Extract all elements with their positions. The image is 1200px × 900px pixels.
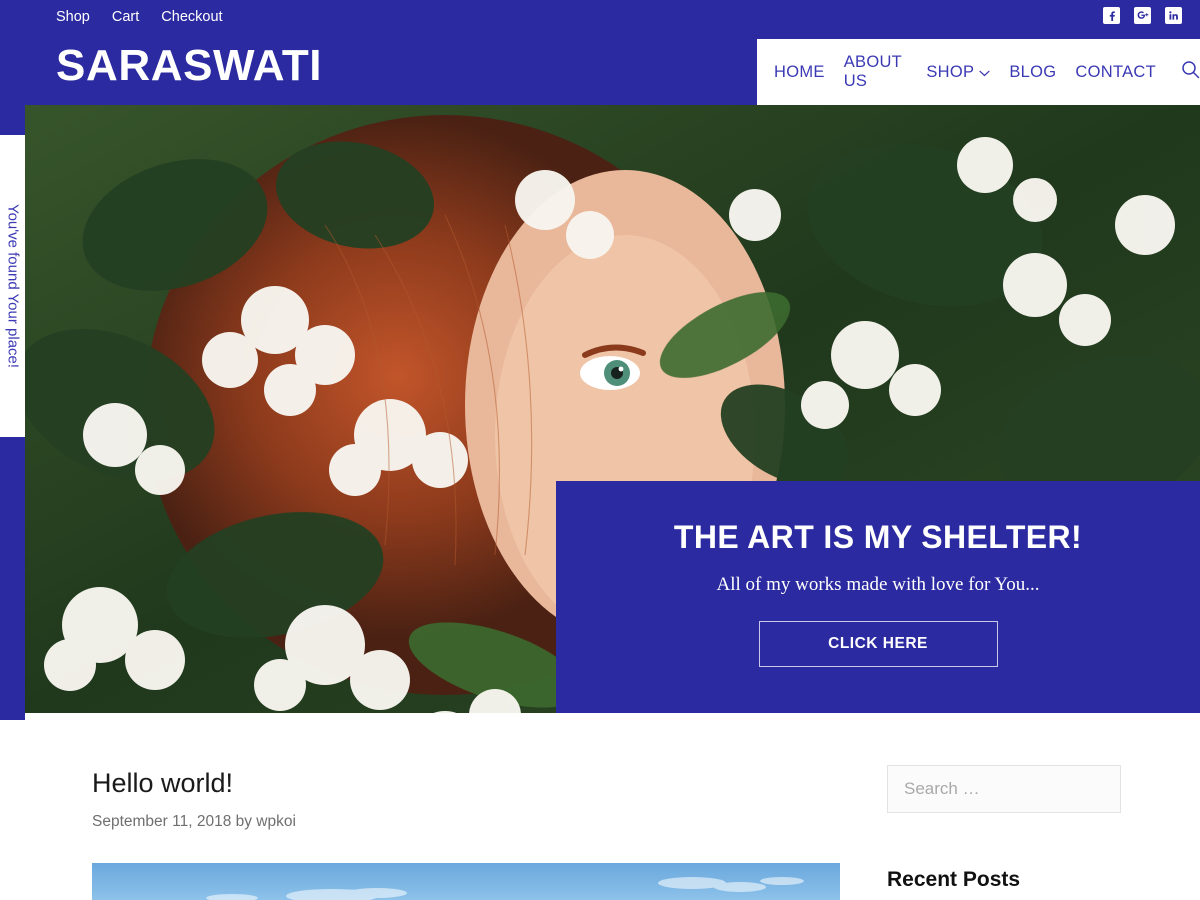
nav-link-home[interactable]: HOME (774, 63, 825, 82)
hero-caption-panel: THE ART IS MY SHELTER! All of my works m… (556, 481, 1200, 713)
main-navigation: HOME ABOUT US SHOP BLOG CONTACT (757, 39, 1200, 105)
hero-title: THE ART IS MY SHELTER! (673, 519, 1083, 555)
facebook-icon[interactable] (1103, 7, 1120, 24)
page-root: Shop Cart Checkout SARASWATI HOME ABOUT … (0, 0, 1200, 900)
nav-search-toggle[interactable] (1181, 60, 1200, 84)
main-content: Hello world! September 11, 2018 by wpkoi (0, 720, 1200, 900)
nav-item-about-us[interactable]: ABOUT US (844, 53, 908, 91)
side-tagline-text: You've found Your place! (4, 203, 21, 369)
nav-link-about-us[interactable]: ABOUT US (844, 53, 908, 91)
top-bar-menu: Shop Cart Checkout (56, 9, 223, 25)
nav-link-blog[interactable]: BLOG (1009, 63, 1056, 82)
nav-link-contact[interactable]: CONTACT (1075, 63, 1156, 82)
recent-posts-heading: Recent Posts (887, 868, 1021, 891)
topbar-link-shop[interactable]: Shop (56, 9, 90, 25)
social-links (1103, 7, 1182, 24)
top-bar: Shop Cart Checkout (0, 0, 1200, 38)
nav-item-shop[interactable]: SHOP (926, 63, 990, 82)
hero-cta-button[interactable]: CLICK HERE (758, 621, 998, 667)
side-tagline-tab: You've found Your place! (0, 135, 25, 437)
sidebar-search-widget[interactable] (887, 765, 1121, 813)
hero-subtitle: All of my works made with love for You..… (716, 574, 1040, 595)
search-input[interactable] (888, 766, 1120, 812)
nav-item-contact[interactable]: CONTACT (1075, 63, 1156, 82)
nav-link-shop-label: SHOP (926, 62, 975, 81)
chevron-down-icon (979, 63, 990, 82)
site-title[interactable]: SARASWATI (56, 44, 322, 88)
nav-item-blog[interactable]: BLOG (1009, 63, 1056, 82)
nav-item-home[interactable]: HOME (774, 63, 825, 82)
topbar-link-cart[interactable]: Cart (112, 9, 139, 25)
google-plus-icon[interactable] (1134, 7, 1151, 24)
main-menu: HOME ABOUT US SHOP BLOG CONTACT (774, 53, 1200, 91)
nav-link-shop[interactable]: SHOP (926, 63, 990, 82)
post-title[interactable]: Hello world! (92, 768, 233, 799)
search-icon[interactable] (1181, 60, 1200, 84)
post-meta: September 11, 2018 by wpkoi (92, 813, 296, 830)
topbar-link-checkout[interactable]: Checkout (161, 9, 222, 25)
linkedin-icon[interactable] (1165, 7, 1182, 24)
post-featured-image[interactable] (92, 863, 840, 900)
